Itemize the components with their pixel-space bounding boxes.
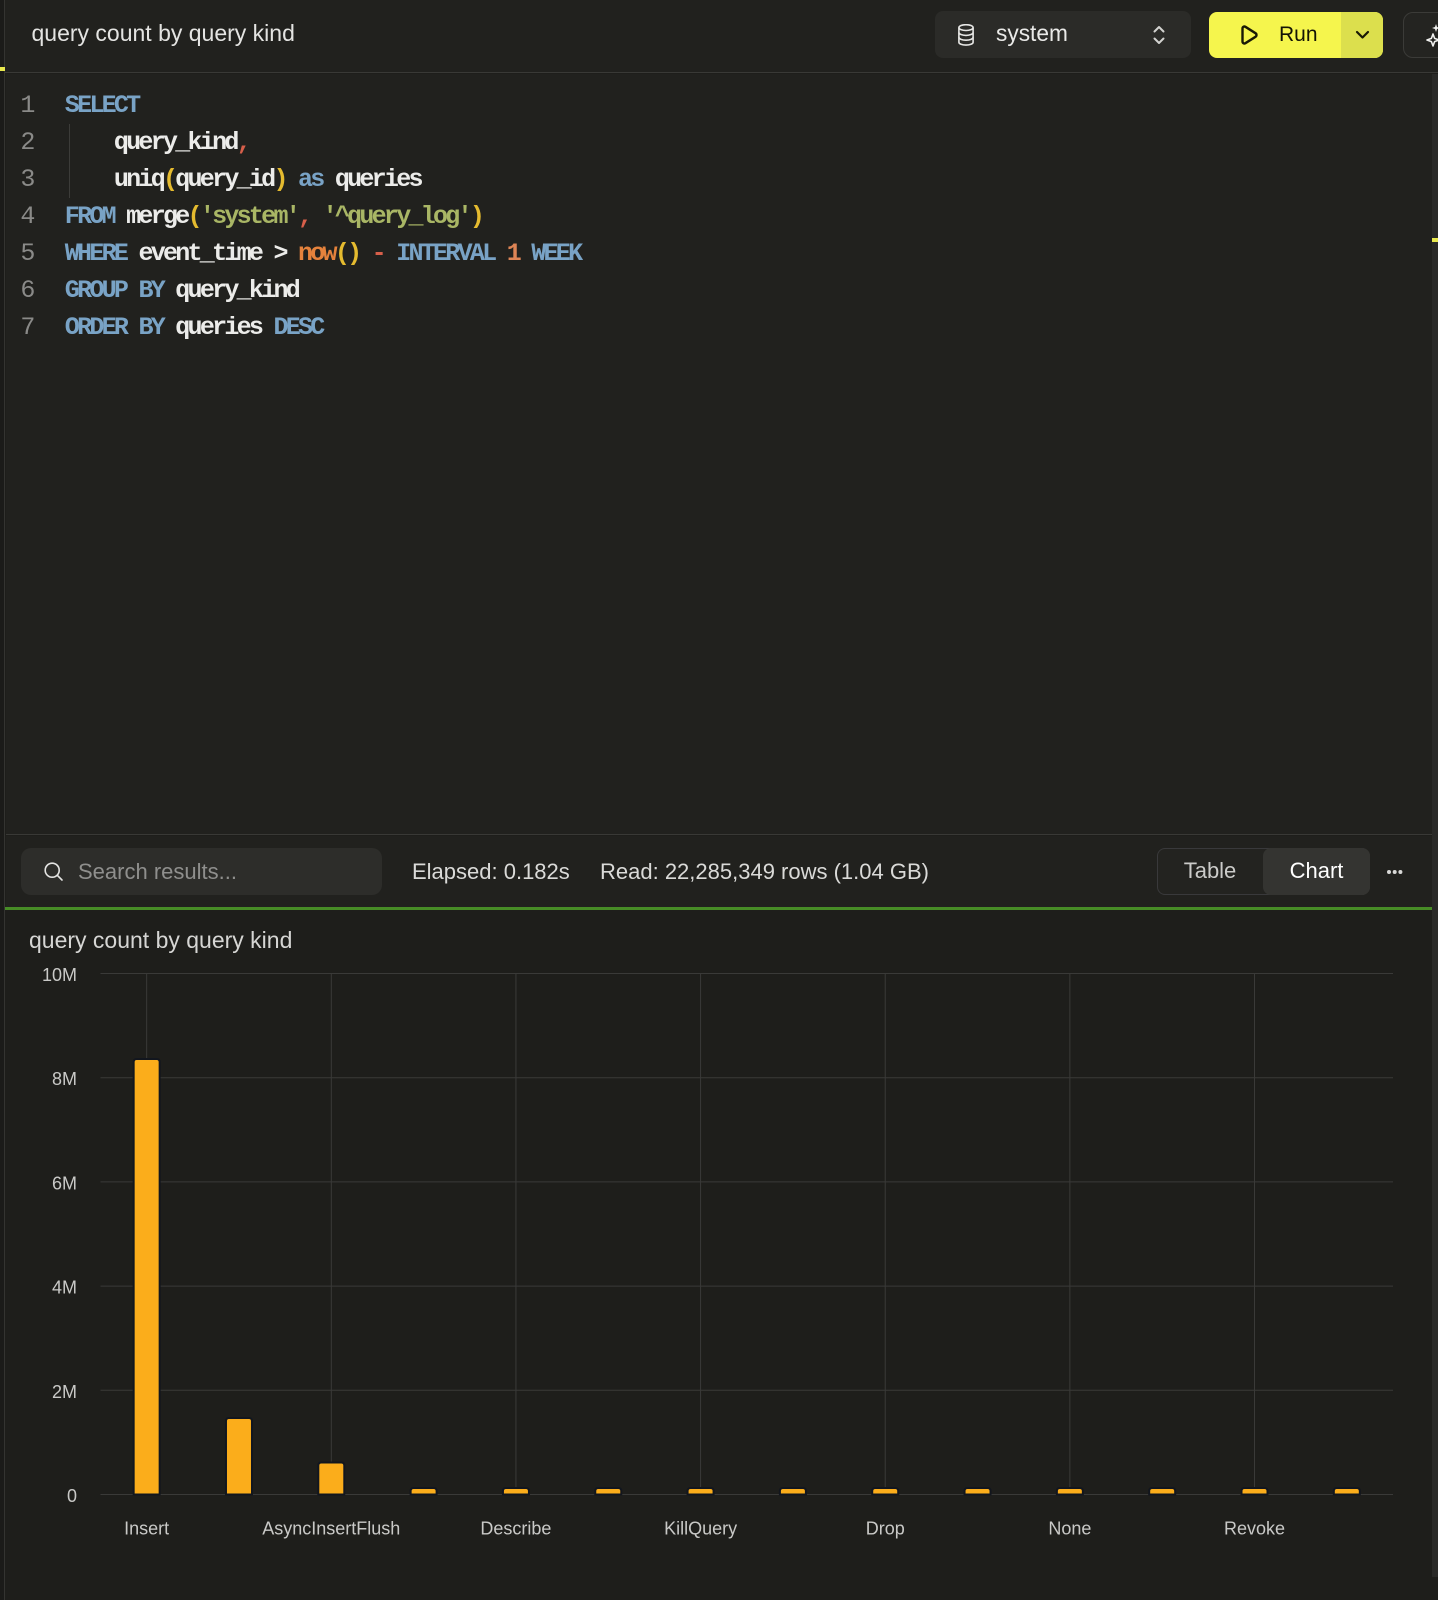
svg-text:0: 0 <box>67 1486 77 1506</box>
svg-text:8M: 8M <box>52 1069 77 1089</box>
svg-text:Drop: Drop <box>866 1519 905 1539</box>
svg-text:AsyncInsertFlush: AsyncInsertFlush <box>262 1519 400 1539</box>
svg-text:None: None <box>1048 1519 1091 1539</box>
svg-text:10M: 10M <box>42 965 77 985</box>
svg-text:Insert: Insert <box>124 1519 169 1539</box>
svg-text:Revoke: Revoke <box>1224 1519 1285 1539</box>
svg-text:Describe: Describe <box>480 1519 551 1539</box>
svg-text:4M: 4M <box>52 1278 77 1298</box>
svg-text:2M: 2M <box>52 1382 77 1402</box>
svg-text:6M: 6M <box>52 1173 77 1193</box>
svg-text:KillQuery: KillQuery <box>664 1519 737 1539</box>
